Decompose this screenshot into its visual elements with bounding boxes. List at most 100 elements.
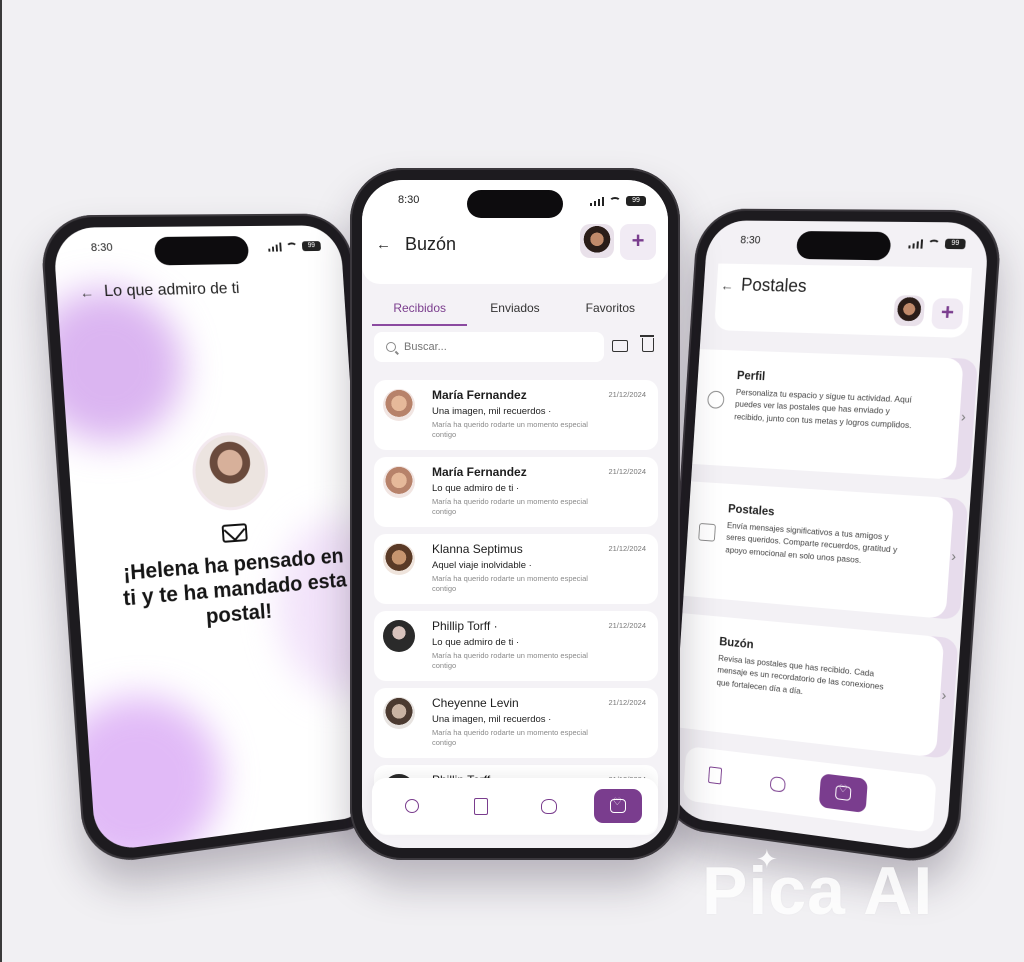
postal-header: ← Lo que admiro de ti: [79, 280, 240, 302]
message-preview: María ha querido rodarte un momento espe…: [432, 420, 588, 440]
dynamic-island: [795, 231, 892, 261]
document-icon[interactable]: [708, 766, 723, 785]
mailbox-screen: 8:30 99 ← Buzón + Recibidos Enviados Fav…: [362, 180, 668, 848]
message-subject: Una imagen, mil recuerdos ·: [432, 406, 552, 417]
back-arrow-icon[interactable]: ←: [79, 284, 94, 301]
brain-icon: [541, 798, 558, 814]
status-time: 8:30: [398, 194, 420, 206]
message-sender: María Fernandez: [432, 465, 527, 479]
card-postales[interactable]: Postales Envía mensajes significativos a…: [683, 481, 957, 619]
tab-enviados[interactable]: Enviados: [467, 296, 562, 326]
dynamic-island: [467, 190, 563, 218]
avatar: [383, 697, 415, 729]
message-sender: Phillip Torff ·: [432, 619, 498, 633]
chat-heart-icon: [609, 797, 626, 813]
card-buzon[interactable]: Buzón Revisa las postales que has recibi…: [674, 613, 947, 758]
medal-icon: [405, 799, 420, 813]
message-date: 21/12/2024: [608, 544, 646, 553]
message-sender: Cheyenne Levin: [432, 696, 519, 710]
message-sender: María Fernandez: [432, 388, 527, 402]
message-date: 21/12/2024: [608, 467, 646, 476]
message-item[interactable]: María Fernandez 21/12/2024 Una imagen, m…: [374, 380, 658, 450]
chat-heart-icon: [834, 785, 852, 802]
message-sender: Klanna Septimus: [432, 542, 523, 556]
nav-mailbox-active[interactable]: [818, 773, 868, 814]
back-arrow-icon[interactable]: ←: [376, 236, 391, 253]
dynamic-island: [153, 235, 250, 266]
message-subject: Lo que admiro de ti ·: [432, 637, 520, 648]
avatar: [383, 620, 415, 652]
search-icon: [386, 342, 396, 352]
add-postal-button[interactable]: +: [620, 224, 656, 260]
postales-header: ← Postales +: [713, 263, 973, 339]
battery-icon: 99: [626, 196, 646, 206]
nav-mindfulness[interactable]: [525, 789, 573, 823]
message-subject: Lo que admiro de ti ·: [432, 483, 520, 494]
chevron-right-icon: ›: [941, 686, 947, 704]
wifi-icon: [609, 196, 621, 206]
user-avatar[interactable]: [580, 224, 614, 258]
message-preview: María ha querido rodarte un momento espe…: [432, 728, 588, 748]
back-arrow-icon[interactable]: ←: [720, 277, 734, 293]
avatar: [383, 543, 415, 575]
chevron-right-icon: ›: [950, 547, 957, 565]
postal-title: Lo que admiro de ti: [103, 280, 240, 301]
postales-title: Postales: [740, 274, 808, 297]
search-input[interactable]: [404, 341, 584, 353]
message-date: 21/12/2024: [608, 390, 646, 399]
message-date: 21/12/2024: [608, 698, 646, 707]
status-time: 8:30: [90, 241, 114, 255]
wifi-icon: [927, 238, 941, 249]
phone-mailbox-view: 8:30 99 ← Buzón + Recibidos Enviados Fav…: [350, 168, 680, 860]
envelope-icon: [221, 523, 248, 543]
card-title: Perfil: [736, 368, 766, 384]
nav-achievements[interactable]: [388, 789, 436, 823]
avatar: [383, 389, 415, 421]
message-item[interactable]: María Fernandez 21/12/2024 Lo que admiro…: [374, 457, 658, 527]
gradient-blob-top: [52, 287, 189, 447]
message-preview: María ha querido rodarte un momento espe…: [432, 574, 588, 594]
watermark-logo: Pica AI: [702, 853, 934, 929]
wifi-icon: [285, 241, 298, 251]
message-list: María Fernandez 21/12/2024 Una imagen, m…: [374, 380, 658, 842]
avatar: [383, 466, 415, 498]
document-icon: [473, 797, 488, 815]
battery-icon: 99: [944, 238, 966, 250]
sender-avatar: [189, 430, 271, 513]
phone-postal-view: 8:30 99 ← Lo que admiro de ti ¡Helena ha…: [39, 213, 391, 867]
message-preview: María ha querido rodarte un momento espe…: [432, 651, 588, 671]
add-postal-button[interactable]: +: [931, 298, 964, 330]
card-title: Buzón: [718, 634, 755, 652]
message-item[interactable]: Klanna Septimus 21/12/2024 Aquel viaje i…: [374, 534, 658, 604]
card-perfil[interactable]: Perfil Personaliza tu espacio y sigue tu…: [692, 349, 966, 480]
gradient-blob-bottom: [52, 687, 227, 853]
signal-icon: [589, 196, 604, 206]
nav-postcards[interactable]: [457, 789, 505, 823]
signal-icon: [907, 238, 924, 249]
user-avatar[interactable]: [893, 295, 926, 327]
signal-icon: [267, 242, 282, 252]
message-subject: Aquel viaje inolvidable ·: [432, 560, 532, 571]
message-date: 21/12/2024: [608, 621, 646, 630]
message-item[interactable]: Cheyenne Levin 21/12/2024 Una imagen, mi…: [374, 688, 658, 758]
status-time: 8:30: [739, 234, 761, 247]
search-bar: [374, 332, 604, 362]
phone-postales-view: 8:30 99 ← Postales + Perfil Personaliza …: [657, 208, 1004, 868]
battery-icon: 99: [301, 241, 322, 252]
bottom-nav: [372, 778, 658, 834]
postal-screen: 8:30 99 ← Lo que admiro de ti ¡Helena ha…: [52, 225, 379, 853]
nav-mailbox-active[interactable]: [593, 789, 642, 823]
postcard-icon: [698, 522, 716, 542]
message-item[interactable]: Phillip Torff · 21/12/2024 Lo que admiro…: [374, 611, 658, 681]
brain-icon[interactable]: [769, 775, 786, 793]
message-subject: Una imagen, mil recuerdos ·: [432, 714, 552, 725]
tab-recibidos[interactable]: Recibidos: [372, 296, 468, 326]
trash-icon[interactable]: [640, 335, 654, 352]
message-preview: María ha querido rodarte un momento espe…: [432, 497, 588, 517]
card-body: Envía mensajes significativos a tus amig…: [725, 520, 898, 565]
mailbox-tabs: Recibidos Enviados Favoritos: [372, 296, 658, 326]
bottom-nav: [682, 745, 937, 834]
mailbox-title-row: ← Buzón: [376, 234, 456, 255]
envelope-filter-icon[interactable]: [612, 340, 628, 352]
tab-favoritos[interactable]: Favoritos: [563, 296, 658, 326]
